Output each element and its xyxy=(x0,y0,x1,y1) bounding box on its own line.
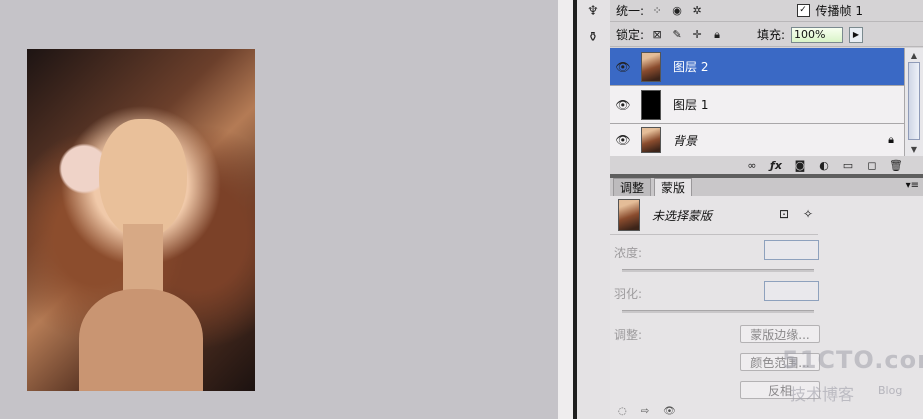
mask-footer-icons: ◌ ⇨ 👁︎ xyxy=(618,406,676,417)
layer-style-fx-icon[interactable]: ƒx xyxy=(769,158,783,172)
photo-chest xyxy=(79,289,203,391)
lock-position-icon[interactable]: ✛ xyxy=(690,28,704,42)
vector-mask-icon[interactable]: ✧ xyxy=(800,206,816,222)
layers-footer-toolbar: ∞ ƒx ◙ ◐ ▭ ◻ 🗑︎ xyxy=(610,156,923,174)
layers-scrollbar[interactable]: ▲ ▼ xyxy=(904,48,923,156)
layers-list: 👁︎ 图层 2 👁︎ 图层 1 👁︎ 背景 🔒︎ xyxy=(610,48,904,156)
mask-title: 未选择蒙版 xyxy=(652,208,713,223)
adjust-label: 调整: xyxy=(614,328,643,342)
watermark-tagline: 技术博客 xyxy=(790,385,855,404)
lock-row: 锁定: ⊠ ✎ ✛ 🔒︎ 填充: 100% ▶ xyxy=(610,23,923,47)
fill-input[interactable]: 100% xyxy=(791,26,843,43)
layer-name: 图层 1 xyxy=(673,98,709,112)
density-label: 浓度: xyxy=(614,246,643,260)
mask-thumbnail xyxy=(618,199,640,231)
add-mask-icon[interactable]: ◙ xyxy=(793,158,807,172)
tab-adjustments[interactable]: 调整 xyxy=(613,178,652,196)
clone-source-icon[interactable]: ⚱ xyxy=(584,28,602,46)
layer-lock-icon: 🔒︎ xyxy=(888,133,894,146)
unify-position-icon[interactable]: ⁘ xyxy=(650,4,664,18)
lock-pixels-icon[interactable]: ✎ xyxy=(670,28,684,42)
propagate-frame-label: 传播帧 1 xyxy=(815,4,863,18)
unify-row: 统一: ⁘ ◉ ✲ ✓ 传播帧 1 xyxy=(610,0,923,22)
layer-name: 背景 xyxy=(673,133,698,148)
adjustment-layer-icon[interactable]: ◐ xyxy=(817,158,831,172)
watermark-blog: Blog xyxy=(878,384,903,397)
delete-layer-icon[interactable]: 🗑︎ xyxy=(889,158,903,172)
lock-label: 锁定: xyxy=(616,28,645,42)
layer-row-layer1[interactable]: 👁︎ 图层 1 xyxy=(610,86,904,124)
new-group-icon[interactable]: ▭ xyxy=(841,158,855,172)
masks-panel: 未选择蒙版 ⊡ ✧ 浓度: 羽化: 调整: 蒙版边缘... 颜色范围... 反相… xyxy=(610,196,923,419)
watermark-site: 51CTO.com xyxy=(782,346,923,374)
feather-label: 羽化: xyxy=(614,287,643,301)
panel-menu-icon[interactable]: ▾≡ xyxy=(906,180,919,191)
propagate-frame-checkbox[interactable]: ✓ xyxy=(796,4,810,17)
scroll-up-icon[interactable]: ▲ xyxy=(908,49,920,61)
layer-thumbnail xyxy=(641,51,661,82)
density-slider[interactable] xyxy=(622,269,814,272)
feather-slider[interactable] xyxy=(622,310,814,313)
layer-thumbnail xyxy=(641,127,661,153)
unify-style-icon[interactable]: ✲ xyxy=(690,4,704,18)
canvas-gutter xyxy=(558,0,573,419)
layer-row-layer2[interactable]: 👁︎ 图层 2 xyxy=(610,48,904,86)
layer-row-background[interactable]: 👁︎ 背景 🔒︎ xyxy=(610,124,904,156)
fill-label: 填充: xyxy=(756,28,785,42)
scrollbar-thumb[interactable] xyxy=(908,62,920,140)
fill-slider-arrow-icon[interactable]: ▶ xyxy=(849,26,863,43)
scroll-down-icon[interactable]: ▼ xyxy=(908,143,920,155)
portrait-photo xyxy=(27,49,255,391)
load-selection-icon[interactable]: ◌ xyxy=(618,406,627,417)
feather-input[interactable] xyxy=(764,281,819,301)
layer-thumbnail xyxy=(641,89,661,120)
pixel-mask-icon[interactable]: ⊡ xyxy=(776,206,792,222)
panel-dock-icons: ♆ ⚱ xyxy=(577,0,611,419)
photo-neck xyxy=(123,224,163,294)
lock-all-icon[interactable]: 🔒︎ xyxy=(710,28,724,42)
layers-panel: 统一: ⁘ ◉ ✲ ✓ 传播帧 1 锁定: ⊠ ✎ ✛ 🔒︎ 填充: 100% … xyxy=(610,0,923,419)
document-canvas[interactable] xyxy=(0,0,558,419)
adjust-mask-tabs: 调整 蒙版 ▾≡ xyxy=(610,178,923,196)
visibility-eye-icon[interactable]: 👁︎ xyxy=(613,95,633,115)
unify-visibility-icon[interactable]: ◉ xyxy=(670,4,684,18)
new-layer-icon[interactable]: ◻ xyxy=(865,158,879,172)
visibility-eye-icon[interactable]: 👁︎ xyxy=(613,57,633,77)
tab-masks[interactable]: 蒙版 xyxy=(654,178,693,196)
unify-label: 统一: xyxy=(616,4,645,18)
brush-presets-icon[interactable]: ♆ xyxy=(584,2,602,20)
mask-edge-button[interactable]: 蒙版边缘... xyxy=(740,325,820,343)
photo-face xyxy=(99,119,187,239)
layer-name: 图层 2 xyxy=(673,60,709,74)
lock-transparent-icon[interactable]: ⊠ xyxy=(650,28,664,42)
visibility-eye-icon[interactable]: 👁︎ xyxy=(613,130,633,150)
link-layers-icon[interactable]: ∞ xyxy=(745,158,759,172)
density-input[interactable] xyxy=(764,240,819,260)
disable-mask-icon[interactable]: 👁︎ xyxy=(663,406,676,417)
apply-mask-icon[interactable]: ⇨ xyxy=(641,406,649,417)
